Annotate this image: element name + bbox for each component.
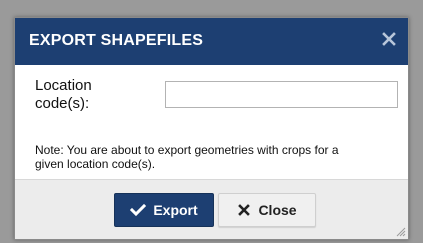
location-codes-input[interactable]	[165, 81, 398, 108]
dialog-footer: Export Close	[15, 179, 408, 239]
location-label-line2: code(s):	[35, 95, 90, 112]
note-line2: given location code(s).	[35, 157, 156, 171]
close-button-label: Close	[258, 202, 297, 218]
resize-grip-icon[interactable]	[394, 225, 406, 237]
x-icon	[237, 203, 251, 217]
note-text: Note: You are about to export geometries…	[35, 143, 385, 171]
export-button-label: Export	[153, 202, 198, 218]
location-codes-label: Location code(s):	[35, 77, 115, 113]
export-button[interactable]: Export	[114, 193, 214, 227]
close-icon[interactable]	[380, 30, 398, 48]
dialog-body: Location code(s): Note: You are about to…	[15, 65, 408, 179]
check-icon	[130, 203, 147, 217]
dialog-titlebar: EXPORT SHAPEFILES	[15, 18, 408, 65]
note-line1: Note: You are about to export geometries…	[35, 143, 339, 157]
dialog-title: EXPORT SHAPEFILES	[29, 32, 204, 49]
export-shapefiles-dialog: EXPORT SHAPEFILES Location code(s): Note…	[14, 17, 409, 240]
close-button[interactable]: Close	[218, 193, 316, 227]
location-label-line1: Location	[35, 77, 92, 94]
